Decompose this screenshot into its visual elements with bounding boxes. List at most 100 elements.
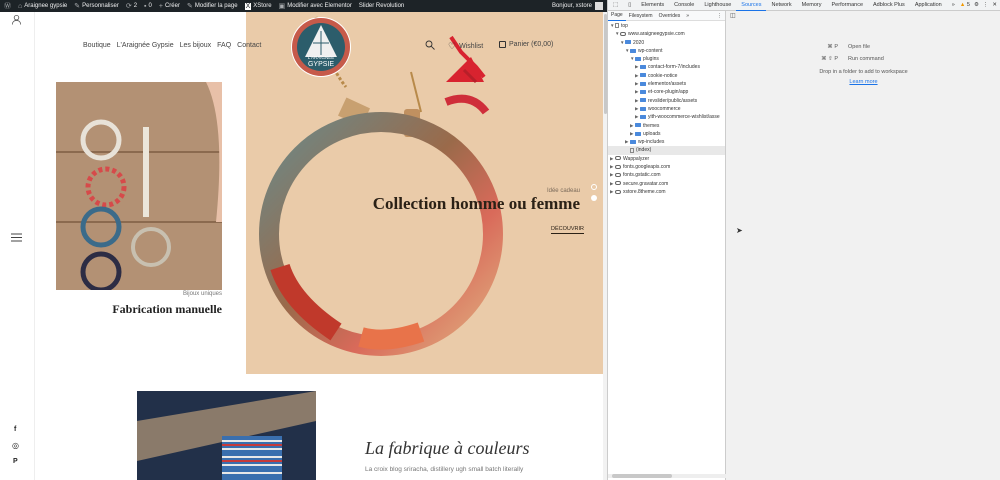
tree-item[interactable]: ▼ top [608,22,725,30]
admin-new[interactable]: + Créer [159,3,180,10]
navigator-scrollbar[interactable] [608,474,726,478]
tree-item-label: woocommerce [648,105,681,112]
admin-customize[interactable]: ✎ Personnaliser [74,2,119,10]
search-icon[interactable] [425,40,435,50]
folder-icon [630,139,636,144]
facebook-icon[interactable]: f [14,426,16,433]
tab-elements[interactable]: Elements [636,0,669,11]
tab-sources[interactable]: Sources [736,0,767,11]
learn-more-link[interactable]: Learn more [726,77,1000,87]
tab-application[interactable]: Application [910,0,947,11]
pinterest-icon[interactable]: P [13,458,18,465]
nav-faq[interactable]: FAQ [217,42,231,49]
toggle-sidebar-icon[interactable]: ◫ [730,12,736,19]
tree-item-label: xstore.8theme.com [623,188,666,195]
cart-link[interactable]: Panier (€0,00) [499,41,553,48]
tree-item[interactable]: ▶ contact-form-7/includes [608,63,725,71]
slider-dot-1[interactable] [591,184,597,190]
cloud-icon [615,181,621,186]
tree-item[interactable]: ▶ themes [608,122,725,130]
tree-item[interactable]: ▶ et-core-plugin/app [608,88,725,96]
admin-elementor[interactable]: ▣ Modifier avec Elementor [279,2,352,10]
section-text: La croix blog sriracha, distillery ugh s… [365,466,524,473]
tree-item[interactable]: (index) [608,146,725,155]
brush-icon: ✎ [74,3,81,10]
tree-item[interactable]: ▶ xstore.8theme.com [608,188,725,196]
tab-lighthouse[interactable]: Lighthouse [699,0,736,11]
tree-item[interactable]: ▼ wp-content [608,47,725,55]
customize-label: Personnaliser [82,3,119,9]
tree-item-label: revslider/public/assets [648,97,698,104]
tree-item[interactable]: ▶ woocommerce [608,105,725,113]
menu-icon[interactable] [11,233,22,242]
tab-adblock-plus[interactable]: Adblock Plus [868,0,910,11]
admin-edit-page[interactable]: ✎ Modifier la page [187,2,238,10]
nav-boutique[interactable]: Boutique [83,42,111,49]
nav-araignee-gypsie[interactable]: L'Araignée Gypsie [117,42,174,49]
tree-item-label: www.araigneegypsie.com [628,31,685,38]
inspect-icon[interactable]: ⬚ [608,0,623,11]
section-title: La fabrique à couleurs [365,438,530,458]
subtab-page[interactable]: Page [608,10,626,21]
tab-network[interactable]: Network [766,0,796,11]
tab-memory[interactable]: Memory [797,0,827,11]
site-logo[interactable]: L'ARAIGNÉE GYPSIE [291,17,351,77]
tree-item[interactable]: ▶ fonts.gstatic.com [608,171,725,179]
tree-item-label: 2020 [633,39,645,46]
slider-dot-2[interactable] [591,195,597,201]
tree-item[interactable]: ▶ fonts.googleapis.com [608,163,725,171]
close-icon[interactable]: ✕ [992,2,997,8]
file-tree: ▼ top ▼ www.araigneegypsie.com ▼ 2020 ▼ wp-cont… [608,21,725,196]
admin-site-name[interactable]: ⌂ Araignee gypsie [18,3,67,10]
admin-account[interactable]: Bonjour, xstore [552,2,603,10]
shortcut-keys-run: ⌘ ⇧ P [821,56,838,62]
more-subtabs-icon[interactable]: » [683,11,692,21]
device-toggle-icon[interactable]: ▯ [623,0,636,11]
tree-item[interactable]: ▶ secure.gravatar.com [608,180,725,188]
tree-item[interactable]: ▶ Wappalyzer [608,155,725,163]
navigator-scrollbar-thumb[interactable] [612,474,672,478]
tree-item[interactable]: ▶ cookie-notice [608,72,725,80]
tree-item[interactable]: ▼ plugins [608,55,725,63]
left-sidebar: f ◎ P [0,12,35,480]
wp-logo-icon[interactable]: Ⓦ [4,1,11,11]
more-options-icon[interactable]: ⋮ [983,2,989,8]
hero-cta[interactable]: DÉCOUVRIR [551,226,585,234]
tab-performance[interactable]: Performance [827,0,869,11]
new-label: Créer [164,3,180,9]
admin-slider[interactable]: Slider Revolution [359,3,404,9]
product-card-image[interactable] [56,82,222,290]
user-icon[interactable] [11,14,22,25]
tree-item[interactable]: ▶ wp-includes [608,138,725,146]
shortcuts-list: ⌘ P Open file ⌘ ⇧ P Run command Drop in a … [726,41,1000,87]
tab-console[interactable]: Console [669,0,699,11]
home-icon: ⌂ [18,2,23,10]
tree-item-label: fonts.gstatic.com [623,172,661,179]
mouse-cursor-icon: ➤ [736,226,743,235]
subtab-filesystem[interactable]: Filesystem [626,11,656,21]
settings-icon[interactable]: ⚙ [974,2,979,8]
comments-count: 0 [148,3,152,9]
logo-text-bottom: GYPSIE [307,61,335,68]
nav-contact[interactable]: Contact [237,42,261,49]
tree-item[interactable]: ▼ www.araigneegypsie.com [608,30,725,38]
pencil-icon: ✎ [186,3,193,10]
instagram-icon[interactable]: ◎ [12,441,19,450]
tree-item[interactable]: ▶ revslider/public/assets [608,97,725,105]
tree-item[interactable]: ▶ yith-woocommerce-wishlist/asse [608,113,725,121]
nav-les-bijoux[interactable]: Les bijoux [180,42,212,49]
warning-badge[interactable]: ▲ 5 [960,2,970,8]
more-tabs-icon[interactable]: » [947,0,960,11]
subtab-overrides[interactable]: Overrides [656,11,684,21]
wishlist-link[interactable]: ♡ Wishlist [448,41,483,52]
folder-icon [635,131,641,136]
xstore-label: XStore [253,3,272,9]
admin-xstore[interactable]: X XStore [244,2,272,10]
tree-item[interactable]: ▶ uploads [608,130,725,138]
admin-comments[interactable]: ▪ 0 [144,3,152,10]
admin-updates[interactable]: ⟳ 2 [126,2,137,10]
navigator-menu-icon[interactable]: ⋮ [714,11,725,21]
drop-hint: Drop in a folder to add to workspace [819,69,908,75]
tree-item[interactable]: ▶ elementor/assets [608,80,725,88]
tree-item[interactable]: ▼ 2020 [608,39,725,47]
